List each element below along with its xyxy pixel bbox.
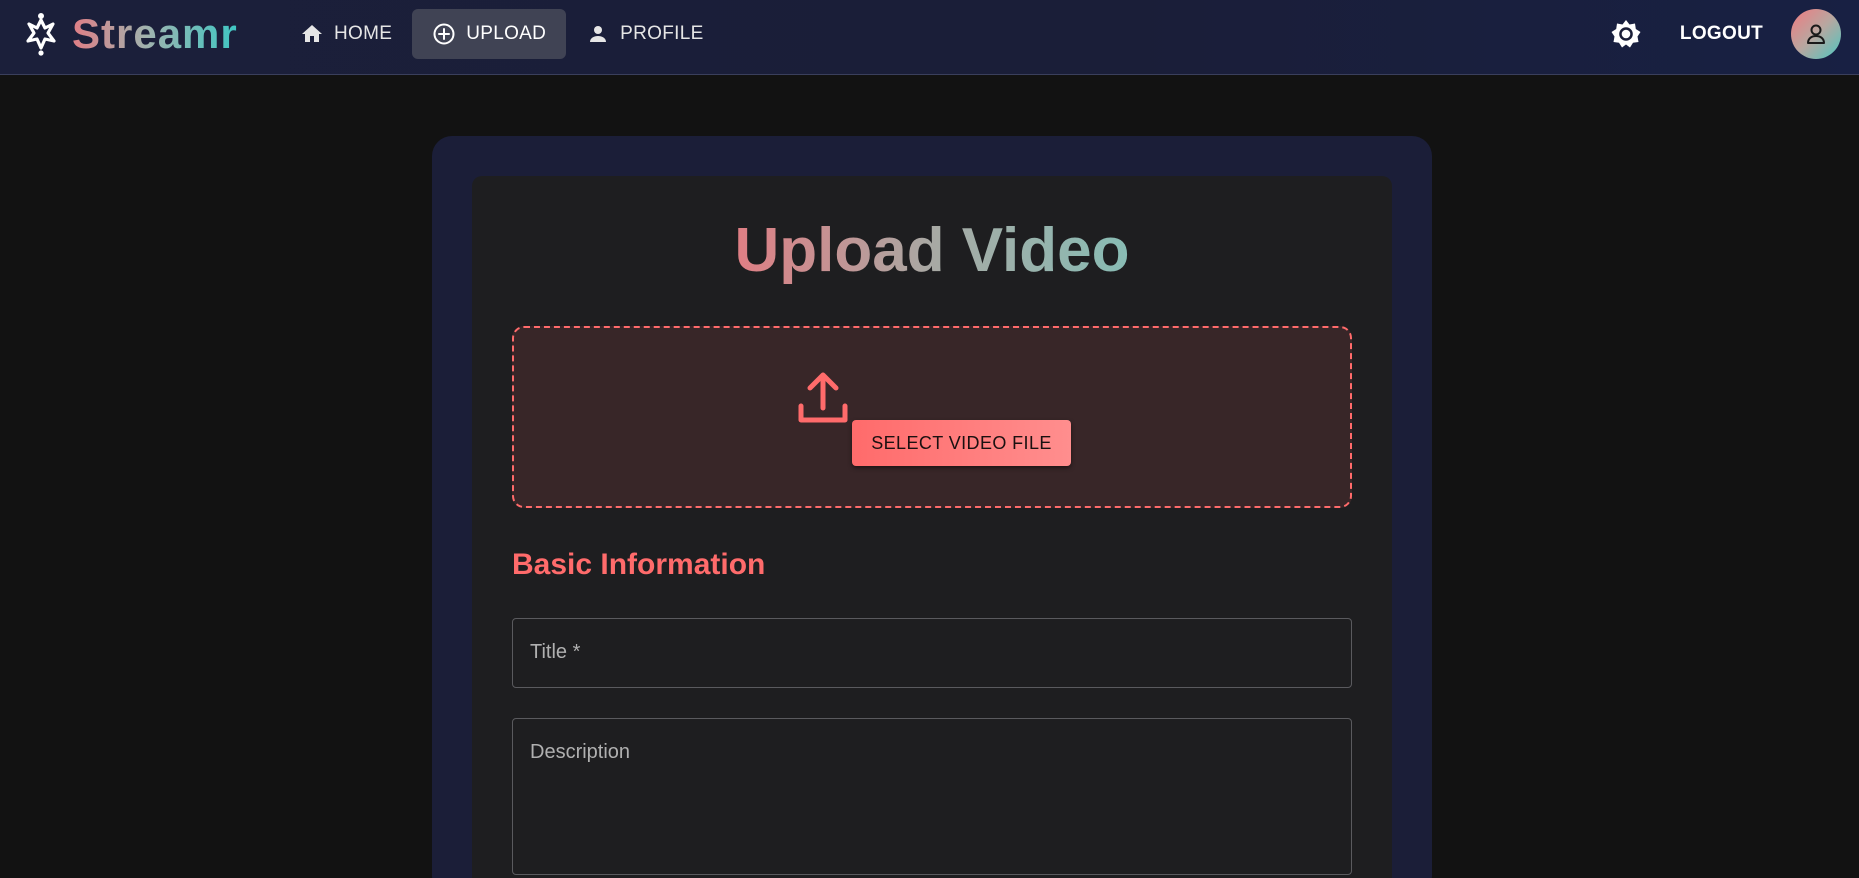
user-avatar-icon bbox=[1807, 24, 1825, 44]
page-title: Upload Video bbox=[734, 216, 1130, 285]
top-navbar: Streamr HOME UPLOAD PROFILE LOGOUT bbox=[0, 0, 1859, 75]
star-figure-icon bbox=[26, 13, 56, 56]
add-circle-icon bbox=[433, 23, 455, 45]
description-field-label: Description bbox=[530, 741, 631, 763]
select-video-file-button[interactable]: SELECT VIDEO FILE bbox=[852, 420, 1071, 466]
person-icon bbox=[590, 26, 607, 42]
logout-button[interactable]: LOGOUT bbox=[1680, 23, 1763, 45]
nav-upload-label: UPLOAD bbox=[466, 23, 547, 44]
video-dropzone[interactable] bbox=[512, 326, 1352, 508]
nav-upload-link[interactable]: UPLOAD bbox=[412, 9, 567, 59]
nav-home-label: HOME bbox=[334, 23, 393, 44]
nav-links: HOME UPLOAD PROFILE bbox=[280, 9, 724, 59]
nav-right-actions: LOGOUT bbox=[1606, 9, 1841, 59]
section-title-basic-information: Basic Information bbox=[512, 548, 766, 581]
title-field-label: Title * bbox=[530, 641, 581, 663]
brand-name: Streamr bbox=[72, 10, 238, 57]
description-field[interactable]: Description bbox=[512, 718, 1352, 875]
upload-icon bbox=[798, 372, 848, 423]
brightness-icon bbox=[1611, 20, 1641, 48]
nav-profile-link[interactable]: PROFILE bbox=[566, 9, 723, 59]
brand-logo[interactable]: Streamr bbox=[22, 6, 238, 62]
theme-toggle-button[interactable] bbox=[1606, 14, 1646, 54]
home-icon bbox=[302, 25, 322, 42]
nav-home-link[interactable]: HOME bbox=[280, 9, 412, 59]
nav-profile-label: PROFILE bbox=[620, 23, 704, 44]
avatar[interactable] bbox=[1791, 9, 1841, 59]
title-field[interactable]: Title * bbox=[512, 618, 1352, 688]
